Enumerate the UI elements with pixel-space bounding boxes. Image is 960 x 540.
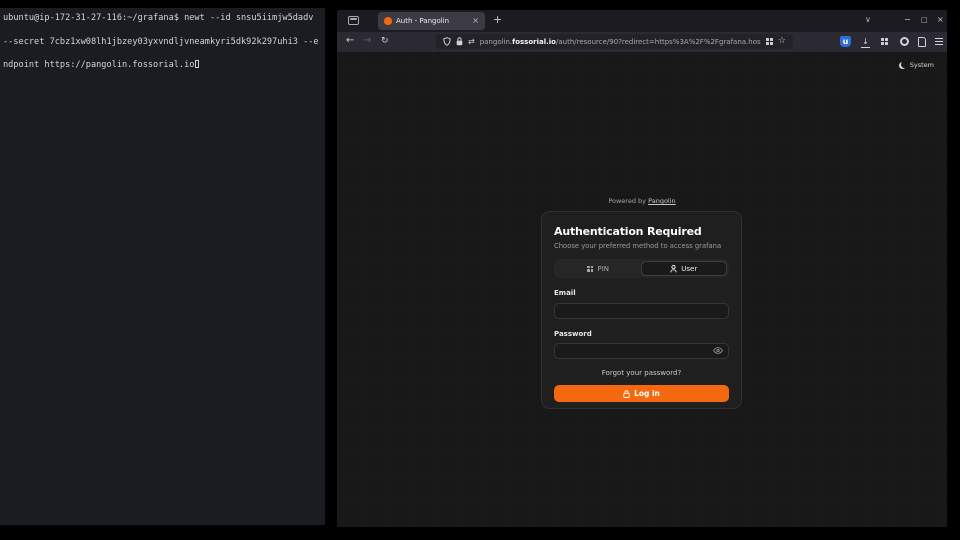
password-label: Password xyxy=(554,330,729,338)
window-minimize-button[interactable]: − xyxy=(904,15,911,24)
ublock-extension-icon[interactable]: u xyxy=(840,36,851,47)
new-tab-button[interactable]: + xyxy=(493,13,502,26)
card-subtitle: Choose your preferred method to access g… xyxy=(554,242,729,250)
tab-list-chevron-icon[interactable]: ∨ xyxy=(865,15,871,24)
url-host-prefix: pangolin. xyxy=(480,38,512,46)
show-password-eye-icon[interactable] xyxy=(713,347,723,354)
moon-icon xyxy=(899,62,906,69)
login-button[interactable]: Log in xyxy=(554,385,729,402)
browser-nav-bar: ← → ↻ ⇄ pangolin.fossorial.io/auth/resou… xyxy=(337,32,947,52)
page-actions-grid-icon[interactable] xyxy=(766,38,773,45)
back-button[interactable]: ← xyxy=(346,35,354,46)
powered-by-text: Powered by xyxy=(608,197,646,205)
tab-user[interactable]: User xyxy=(641,261,728,276)
login-label: Log in xyxy=(634,389,660,398)
pangolin-favicon-icon xyxy=(384,17,392,25)
firefox-view-icon[interactable] xyxy=(348,16,359,25)
user-icon xyxy=(670,265,677,273)
forward-button: → xyxy=(363,35,371,46)
extension-page-icon[interactable] xyxy=(918,37,926,47)
password-field[interactable] xyxy=(554,343,729,359)
url-bar[interactable]: ⇄ pangolin.fossorial.io/auth/resource/90… xyxy=(436,34,793,49)
forgot-password-link[interactable]: Forgot your password? xyxy=(554,369,729,377)
tab-pin-label: PIN xyxy=(597,265,609,273)
login-lock-icon xyxy=(623,390,630,398)
browser-tab-bar: Auth - Pangolin × + ∨ − □ × xyxy=(337,10,947,32)
window-maximize-button[interactable]: □ xyxy=(921,16,928,24)
menu-hamburger-icon[interactable] xyxy=(935,38,943,47)
auth-method-tabs: PIN User xyxy=(554,259,729,278)
browser-tab[interactable]: Auth - Pangolin × xyxy=(378,12,485,30)
bookmark-star-icon[interactable]: ☆ xyxy=(778,37,786,46)
auth-page: System Powered by Pangolin Authenticatio… xyxy=(337,52,947,527)
terminal-line-3: ndpoint https://pangolin.fossorial.io xyxy=(3,60,194,70)
extensions-icon[interactable] xyxy=(881,38,888,45)
lock-icon[interactable] xyxy=(456,37,463,46)
url-path: /auth/resource/90?redirect=https%3A%2F%2… xyxy=(556,38,761,46)
extension-ring-icon[interactable] xyxy=(900,37,909,46)
auth-card: Authentication Required Choose your pref… xyxy=(541,211,742,409)
powered-by: Powered by Pangolin xyxy=(337,197,947,205)
permissions-swap-icon[interactable]: ⇄ xyxy=(468,38,475,46)
url-text[interactable]: pangolin.fossorial.io/auth/resource/90?r… xyxy=(480,38,761,46)
tab-title: Auth - Pangolin xyxy=(396,17,468,25)
terminal-line-2: --secret 7cbz1xw08lh1jbzey03yxvndljvneam… xyxy=(3,37,319,47)
theme-toggle[interactable]: System xyxy=(899,61,934,69)
downloads-icon[interactable]: ↓ xyxy=(861,37,870,48)
window-close-button[interactable]: × xyxy=(937,15,944,24)
pangolin-link[interactable]: Pangolin xyxy=(648,197,676,205)
terminal-output: ubuntu@ip-172-31-27-116:~/grafana$ newt … xyxy=(0,8,325,77)
tracking-shield-icon[interactable] xyxy=(443,37,451,46)
card-title: Authentication Required xyxy=(554,225,729,238)
tab-close-icon[interactable]: × xyxy=(472,17,479,25)
tab-pin[interactable]: PIN xyxy=(556,261,641,276)
terminal-cursor xyxy=(195,60,199,68)
email-field[interactable] xyxy=(554,303,729,319)
browser-window: Auth - Pangolin × + ∨ − □ × ← → ↻ ⇄ pang… xyxy=(337,10,947,527)
email-label: Email xyxy=(554,289,729,297)
reload-button[interactable]: ↻ xyxy=(381,36,389,46)
theme-label: System xyxy=(910,61,934,69)
tab-user-label: User xyxy=(681,265,697,273)
terminal-window[interactable]: ubuntu@ip-172-31-27-116:~/grafana$ newt … xyxy=(0,8,325,525)
terminal-line-1: ubuntu@ip-172-31-27-116:~/grafana$ newt … xyxy=(3,13,313,23)
url-host: fossorial.io xyxy=(512,38,556,46)
pin-keypad-icon xyxy=(587,266,593,272)
